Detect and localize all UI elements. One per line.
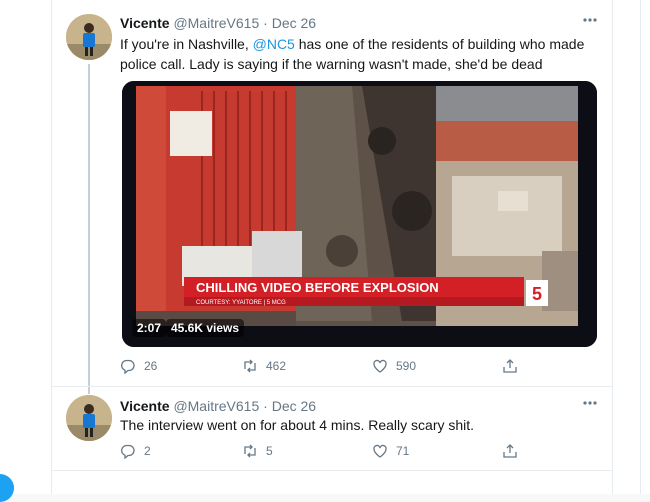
tweet-header: Vicente @MaitreV615 · Dec 26 (120, 397, 316, 415)
avatar-image-icon (66, 14, 112, 60)
video-frame: CHILLING VIDEO BEFORE EXPLOSION COURTESY… (122, 81, 597, 347)
reply-count: 26 (144, 359, 158, 373)
tweet-1[interactable]: Vicente @MaitreV615 · Dec 26 If you're i… (52, 0, 612, 387)
station-logo: 5 (532, 284, 542, 304)
reply-icon (121, 444, 135, 459)
tweet-actions: 26 462 590 (120, 358, 590, 376)
retweet-icon (244, 359, 256, 373)
author-name[interactable]: Vicente (120, 398, 170, 414)
like-button[interactable]: 71 (372, 443, 409, 459)
reply-button[interactable]: 2 (120, 443, 151, 459)
more-icon[interactable] (582, 12, 598, 31)
heart-icon (373, 359, 387, 373)
author-handle[interactable]: @MaitreV615 (173, 15, 259, 31)
reply-icon (121, 359, 135, 374)
like-button[interactable]: 590 (372, 358, 416, 374)
retweet-count: 462 (266, 359, 287, 373)
tweet-text: If you're in Nashville, @NC5 has one of … (120, 34, 600, 74)
author-name[interactable]: Vicente (120, 15, 170, 31)
tweet-text-part: If you're in Nashville, (120, 36, 253, 52)
tweet-text: The interview went on for about 4 mins. … (120, 417, 475, 433)
separator-dot: · (263, 15, 268, 31)
like-count: 71 (396, 444, 410, 458)
side-rail-divider (640, 0, 641, 494)
thread-line (88, 387, 90, 394)
video-duration: 2:07 (132, 319, 167, 337)
heart-icon (373, 444, 387, 458)
separator-dot: · (263, 398, 268, 414)
like-count: 590 (396, 359, 417, 373)
video-player[interactable]: CHILLING VIDEO BEFORE EXPLOSION COURTESY… (122, 81, 597, 347)
author-handle[interactable]: @MaitreV615 (173, 398, 259, 414)
tweet-date[interactable]: Dec 26 (272, 15, 316, 31)
tweet-header: Vicente @MaitreV615 · Dec 26 (120, 14, 316, 32)
share-button[interactable] (502, 358, 518, 374)
avatar[interactable] (66, 395, 112, 441)
avatar-image-icon (66, 395, 112, 441)
more-icon[interactable] (582, 395, 598, 414)
reply-button[interactable]: 26 (120, 358, 157, 374)
retweet-icon (244, 444, 256, 458)
compose-button[interactable] (0, 474, 14, 502)
banner-subtitle: COURTESY: YYAITORE | 5 MCG (196, 300, 286, 306)
avatar[interactable] (66, 14, 112, 60)
banner-title: CHILLING VIDEO BEFORE EXPLOSION (196, 280, 439, 295)
thread-line (88, 64, 90, 387)
timeline-page: Vicente @MaitreV615 · Dec 26 If you're i… (0, 0, 650, 502)
video-views: 45.6K views (166, 319, 245, 337)
share-button[interactable] (502, 443, 518, 459)
share-icon (503, 444, 517, 458)
side-rail (613, 0, 650, 494)
tweet-divider (52, 470, 612, 471)
reply-count: 2 (144, 444, 151, 458)
retweet-button[interactable]: 462 (242, 358, 286, 374)
share-icon (503, 359, 517, 373)
retweet-button[interactable]: 5 (242, 443, 273, 459)
mention-link[interactable]: @NC5 (253, 36, 295, 52)
retweet-count: 5 (266, 444, 273, 458)
tweet-actions: 2 5 71 (120, 443, 590, 461)
tweet-2[interactable]: Vicente @MaitreV615 · Dec 26 The intervi… (52, 387, 612, 470)
tweet-date[interactable]: Dec 26 (272, 398, 316, 414)
